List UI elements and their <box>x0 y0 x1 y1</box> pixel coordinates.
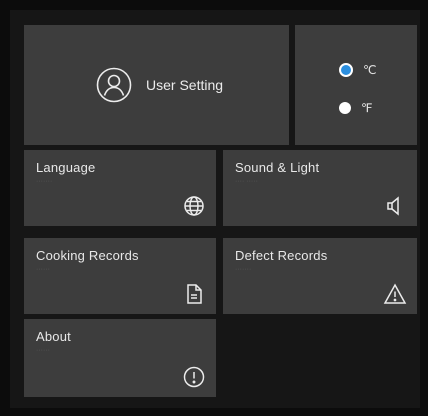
language-subtitle: ······· <box>36 178 53 185</box>
user-icon <box>96 67 132 103</box>
cooking-records-title: Cooking Records <box>36 248 139 263</box>
sound-light-subtitle: ···· ····· <box>235 178 258 185</box>
fahrenheit-radio[interactable] <box>339 102 351 114</box>
cooking-records-subtitle: ······ <box>36 266 50 273</box>
language-title: Language <box>36 160 96 175</box>
defect-records-tile[interactable]: Defect Records ······· <box>223 238 417 314</box>
temperature-unit-tile: ℃ ℉ <box>295 25 417 145</box>
cooking-records-tile[interactable]: Cooking Records ······ <box>24 238 216 314</box>
fahrenheit-option[interactable]: ℉ <box>339 101 372 115</box>
warning-icon <box>383 282 407 306</box>
language-tile[interactable]: Language ······· <box>24 150 216 226</box>
document-icon <box>182 282 206 306</box>
celsius-radio[interactable] <box>339 63 353 77</box>
globe-icon <box>182 194 206 218</box>
info-icon <box>182 365 206 389</box>
about-tile[interactable]: About ······ <box>24 319 216 397</box>
sound-light-title: Sound & Light <box>235 160 320 175</box>
celsius-option[interactable]: ℃ <box>339 63 376 77</box>
user-setting-label: User Setting <box>146 77 224 93</box>
speaker-icon <box>383 194 407 218</box>
about-title: About <box>36 329 71 344</box>
sound-light-tile[interactable]: Sound & Light ···· ····· <box>223 150 417 226</box>
about-subtitle: ······ <box>36 347 50 354</box>
settings-screen: User Setting ℃ ℉ Language ······· Sound … <box>10 10 420 408</box>
celsius-label: ℃ <box>363 63 377 77</box>
fahrenheit-label: ℉ <box>361 101 373 115</box>
user-setting-tile[interactable]: User Setting <box>24 25 289 145</box>
defect-records-subtitle: ······· <box>235 266 252 273</box>
defect-records-title: Defect Records <box>235 248 328 263</box>
